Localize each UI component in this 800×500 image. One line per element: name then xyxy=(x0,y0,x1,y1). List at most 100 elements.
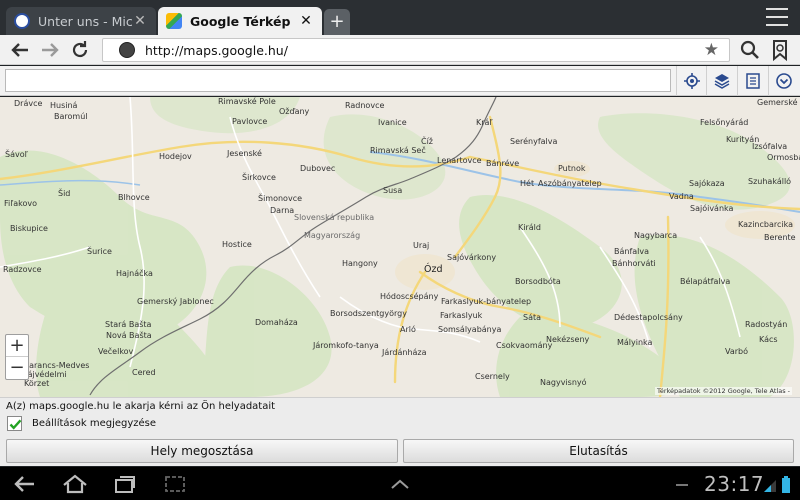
map-place-label: Rimavské Pole xyxy=(218,97,276,106)
map-place-label: Radnovce xyxy=(345,101,385,110)
map-place-label: Domaháza xyxy=(255,318,298,327)
map-place-label: Putnok xyxy=(558,164,586,173)
map-place-label: Csernely xyxy=(475,372,510,381)
map-place-label: Šid xyxy=(58,189,71,198)
map-place-label: Karancs-Medves Tájvédelmi Körzet xyxy=(24,361,90,388)
list-icon[interactable] xyxy=(737,66,767,96)
map-place-label: Mályinka xyxy=(617,338,653,347)
google-maps-favicon-icon xyxy=(166,13,182,29)
map-place-label: Blhovce xyxy=(118,193,150,202)
back-arrow-icon[interactable] xyxy=(8,38,32,62)
map-place-label: Szuhakálló xyxy=(748,177,792,186)
map-place-label: Nekézseny xyxy=(546,335,590,344)
map-place-label: Hajnáčka xyxy=(116,269,153,278)
map-place-label: Darna xyxy=(270,206,295,215)
maps-search-input[interactable] xyxy=(5,69,671,92)
map-place-label: Csokvaomány xyxy=(496,341,553,350)
map-place-label: Drávce xyxy=(14,99,43,108)
map-place-label: Susa xyxy=(383,186,403,195)
site-favicon-icon xyxy=(14,13,30,29)
map-place-label: Gemerské Dechtáre xyxy=(757,98,800,107)
map-place-label: Kács xyxy=(759,335,778,344)
zoom-out-button[interactable]: − xyxy=(6,357,28,379)
map-place-label: Bélapátfalva xyxy=(680,277,731,286)
notification-minus-icon xyxy=(672,472,692,496)
map-place-label: Kráľ xyxy=(476,118,493,127)
map-place-label: Nová Bašta xyxy=(106,331,152,340)
map-place-label: Arló xyxy=(400,325,416,334)
map-canvas[interactable]: Rimavské Pole Drávce Radnovce Husiná Ožďany G… xyxy=(0,97,800,397)
map-place-label: Ožďany xyxy=(279,107,310,116)
forward-arrow-icon[interactable] xyxy=(38,38,62,62)
reload-icon[interactable] xyxy=(68,38,92,62)
close-tab-icon[interactable]: ✕ xyxy=(132,13,148,29)
chevron-up-icon[interactable] xyxy=(385,472,415,496)
map-place-label: Baromúl xyxy=(54,112,88,121)
checkmark-icon xyxy=(9,419,22,430)
screenshot-icon[interactable] xyxy=(160,472,190,496)
map-place-label: Jesenské xyxy=(227,149,262,158)
map-place-label: Hangony xyxy=(342,259,378,268)
url-text[interactable]: http://maps.google.hu/ xyxy=(145,43,288,58)
map-place-label: Borsodbóta xyxy=(515,277,561,286)
map-place-label: Hodejov xyxy=(159,152,192,161)
map-place-label: Číž xyxy=(421,137,434,146)
menu-icon[interactable] xyxy=(766,8,788,26)
remember-settings-checkbox[interactable] xyxy=(7,416,22,431)
map-place-label: Nagybarca xyxy=(634,231,678,240)
recent-apps-icon[interactable] xyxy=(110,472,140,496)
map-place-label: Berente xyxy=(764,233,796,242)
tab-unter-uns[interactable]: Unter uns - Mickis... ✕ xyxy=(6,7,156,35)
system-back-icon[interactable] xyxy=(10,472,40,496)
battery-icon xyxy=(779,472,793,496)
my-location-icon[interactable] xyxy=(676,66,706,96)
map-place-label: Hostice xyxy=(222,240,252,249)
map-place-label: Somsályabánya xyxy=(438,325,502,334)
bookmarks-icon[interactable] xyxy=(768,38,792,62)
map-place-label: Ormosbánya xyxy=(767,153,800,162)
map-place-label: Járdánháza xyxy=(382,348,427,357)
home-icon[interactable] xyxy=(60,472,90,496)
map-place-label: Serényfalva xyxy=(510,137,558,146)
deny-button[interactable]: Elutasítás xyxy=(403,439,794,463)
remember-settings-label: Beállítások megjegyzése xyxy=(32,418,157,429)
map-place-label: Slovenská republika xyxy=(294,213,375,222)
map-place-label: Ózd xyxy=(424,264,443,275)
map-place-label: Sáta xyxy=(523,313,542,322)
share-location-button[interactable]: Hely megosztása xyxy=(6,439,398,463)
map-place-label: Sajókaza xyxy=(689,179,725,188)
map-place-label: Stará Bašta xyxy=(105,320,152,329)
map-place-label: Borsodszentgyörgy xyxy=(330,309,407,318)
map-place-label: Rimavská Seč xyxy=(370,146,426,155)
signal-icon xyxy=(762,472,778,496)
layers-icon[interactable] xyxy=(706,66,736,96)
map-place-label: Varbó xyxy=(725,347,749,356)
map-place-label: Hét xyxy=(520,179,535,188)
search-icon[interactable] xyxy=(738,38,762,62)
map-place-label: Radostyán xyxy=(745,320,788,329)
map-place-label: Sajóvárkony xyxy=(447,253,497,262)
new-tab-button[interactable]: + xyxy=(324,9,350,35)
map-place-label: Magyarország xyxy=(304,231,361,240)
map-place-label: Cered xyxy=(132,368,156,377)
close-tab-icon[interactable]: ✕ xyxy=(298,13,314,29)
tab-title: Unter uns - Mickis... xyxy=(38,13,132,29)
map-place-label: Širkovce xyxy=(242,173,276,182)
map-place-label: Gemerský Jablonec xyxy=(137,297,214,306)
map-place-label: Kazincbarcika xyxy=(738,220,794,229)
globe-icon xyxy=(119,42,135,58)
map-place-label: Aszóbányatelep xyxy=(538,179,602,188)
geolocation-prompt: A(z) maps.google.hu le akarja kérni az Ö… xyxy=(0,397,800,466)
bookmark-star-icon[interactable]: ★ xyxy=(704,40,719,60)
map-attribution: Térképadatok ©2012 Google, Tele Atlas - xyxy=(654,387,792,395)
zoom-in-button[interactable]: + xyxy=(6,335,28,357)
map-place-label: Šávoľ xyxy=(5,150,28,159)
map-place-label: Dubovec xyxy=(300,164,336,173)
map-place-label: Uraj xyxy=(413,241,430,250)
map-place-label: Husiná xyxy=(50,101,78,110)
navigation-bar: http://maps.google.hu/ ★ xyxy=(0,35,800,65)
tab-google-maps[interactable]: Google Térkép ✕ xyxy=(158,7,322,35)
address-bar[interactable]: http://maps.google.hu/ ★ xyxy=(102,38,730,62)
more-options-icon[interactable] xyxy=(768,66,798,96)
map-place-label: Bánfalva xyxy=(614,247,650,256)
